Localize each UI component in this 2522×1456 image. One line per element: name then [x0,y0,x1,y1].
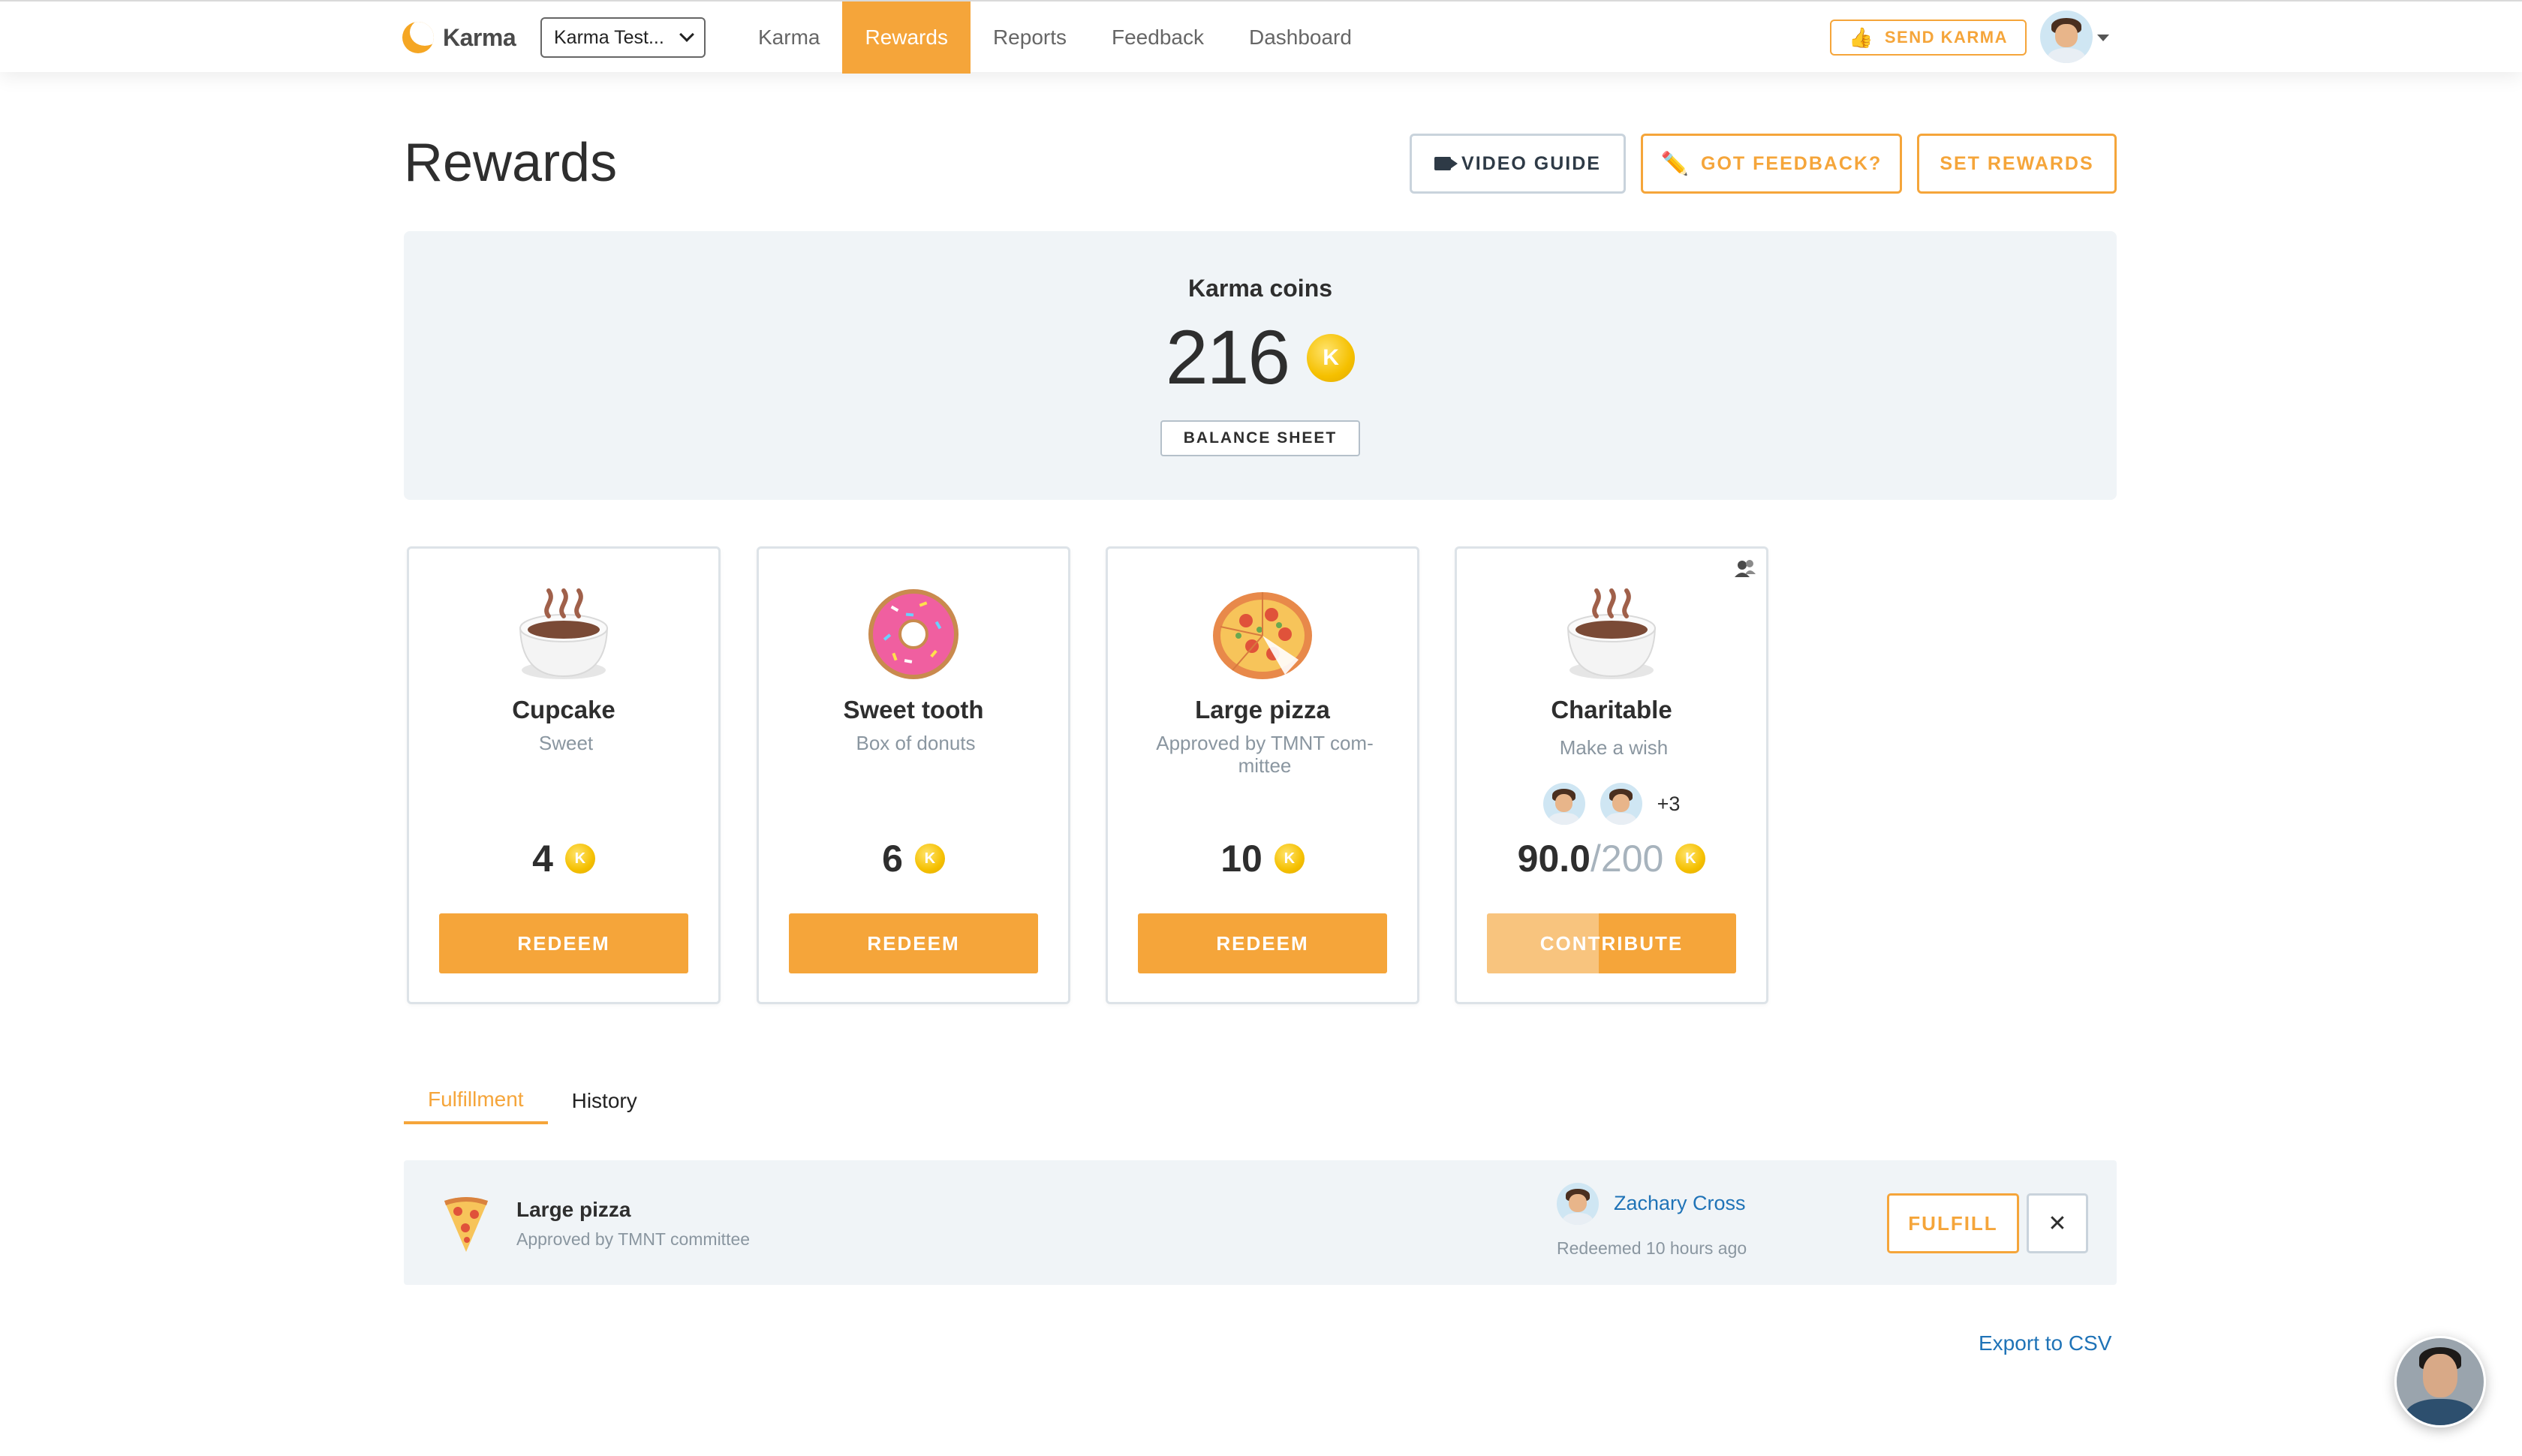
got-feedback-label: GOT FEEDBACK? [1701,152,1882,174]
reward-title: Large pizza [1195,696,1330,723]
chevron-down-icon [679,27,694,42]
dismiss-button[interactable]: ✕ [2027,1193,2088,1253]
reward-subtitle: Box of donuts [856,732,976,754]
karma-coins-label: Karma coins [1187,275,1333,302]
redeem-button[interactable]: REDEEM [789,913,1038,973]
redeemer-name-link[interactable]: Zachary Cross [1614,1192,1746,1215]
karma-coin-icon: K [914,844,945,874]
reward-price: 10 K [1108,837,1417,880]
tab-history[interactable]: History [548,1078,661,1124]
video-guide-label: VIDEO GUIDE [1461,152,1601,174]
redeemed-time: Redeemed 10 hours ago [1557,1238,1747,1258]
karma-coins-balance: 216 K [404,314,2117,402]
nav-karma[interactable]: Karma [736,2,842,74]
reward-price-value: 10 [1220,838,1263,880]
page-title: Rewards [404,133,618,193]
extra-contributors-count: +3 [1657,792,1681,815]
reward-subtitle: Approved by TMNT com­mittee [1156,732,1374,777]
group-users-icon[interactable] [1733,558,1757,579]
pizza-icon [1213,592,1312,679]
nav-dashboard[interactable]: Dashboard [1226,2,1374,74]
redeemer-avatar [1557,1183,1599,1225]
reward-price-value: 6 [882,838,903,880]
fulfillment-item-title: Large pizza [516,1198,631,1221]
karma-coins-panel: Karma coins 216 K BALANCE SHEET [404,231,2117,500]
brand-logo[interactable]: Karma [402,21,516,54]
reward-title: Charitable [1551,696,1672,723]
donut-icon [868,589,959,679]
reward-price-goal: /200 [1591,838,1664,880]
fulfillment-row: Large pizza Approved by TMNT committee Z… [404,1160,2117,1285]
got-feedback-button[interactable]: ✏️ GOT FEEDBACK? [1641,134,1902,194]
coffee-cup-icon [519,588,609,679]
team-select[interactable]: Karma Test... [540,17,706,58]
caret-down-icon[interactable] [2097,35,2109,41]
reward-price: 4 K [409,837,718,880]
reward-card-charitable: Charitable Make a wish +3 90.0/200 K CON… [1455,546,1768,1004]
contribute-label: CONTRIBUTE [1539,931,1684,955]
set-rewards-button[interactable]: SET REWARDS [1917,134,2117,194]
video-camera-icon [1434,157,1452,170]
redeem-button[interactable]: REDEEM [1138,913,1387,973]
thumbs-up-icon: 👍 [1849,26,1874,49]
karma-logo-icon [402,22,434,53]
close-icon: ✕ [2048,1211,2067,1236]
karma-coins-value: 216 [1165,314,1290,400]
reward-card-sweet-tooth: Sweet tooth Box of donuts 6 K REDEEM [757,546,1070,1004]
reward-price-value: 4 [532,838,553,880]
contributor-avatar [1600,783,1642,825]
contribute-button[interactable]: CONTRIBUTE [1487,913,1736,973]
nav-rewards[interactable]: Rewards [842,2,971,74]
contributors: +3 [1457,783,1766,825]
pizza-slice-icon [444,1197,488,1252]
reward-subtitle: Make a wish [1559,736,1669,759]
user-avatar[interactable] [2040,11,2093,63]
top-navbar: Karma Karma Test... Karma Rewards Report… [0,0,2522,74]
balance-sheet-button[interactable]: BALANCE SHEET [1160,420,1360,456]
reward-price-value: 90.0 [1517,838,1591,880]
karma-coin-icon: K [1307,333,1356,382]
reward-title: Sweet tooth [843,696,984,723]
brand-name: Karma [443,23,516,51]
nav-reports[interactable]: Reports [971,2,1089,74]
reward-title: Cupcake [512,696,615,723]
nav-feedback[interactable]: Feedback [1089,2,1226,74]
reward-price: 90.0/200 K [1457,837,1766,880]
send-karma-button[interactable]: 👍 SEND KARMA [1830,20,2027,56]
coffee-cup-icon [1566,588,1657,679]
fulfill-button[interactable]: FULFILL [1887,1193,2019,1253]
main-nav: Karma Rewards Reports Feedback Dashboard [736,2,1374,74]
team-select-value: Karma Test... [554,26,664,48]
export-csv-link[interactable]: Export to CSV [1979,1331,2111,1355]
fulfillment-item-subtitle: Approved by TMNT committee [516,1229,751,1249]
reward-card-large-pizza: Large pizza Approved by TMNT com­mittee … [1106,546,1419,1004]
send-karma-label: SEND KARMA [1884,28,2008,47]
reward-price: 6 K [759,837,1068,880]
video-guide-button[interactable]: VIDEO GUIDE [1410,134,1626,194]
reward-card-cupcake: Cupcake Sweet 4 K REDEEM [407,546,721,1004]
karma-coin-icon: K [1274,844,1305,874]
karma-coin-icon: K [564,844,595,874]
karma-coin-icon: K [1675,844,1706,874]
tab-fulfillment[interactable]: Fulfillment [404,1078,548,1124]
contributor-avatar [1542,783,1585,825]
pencil-icon: ✏️ [1660,151,1691,176]
reward-subtitle: Sweet [538,732,594,754]
redeem-button[interactable]: REDEEM [439,913,688,973]
support-chat-avatar[interactable] [2394,1336,2486,1427]
tab-bar: Fulfillment History [404,1078,661,1124]
